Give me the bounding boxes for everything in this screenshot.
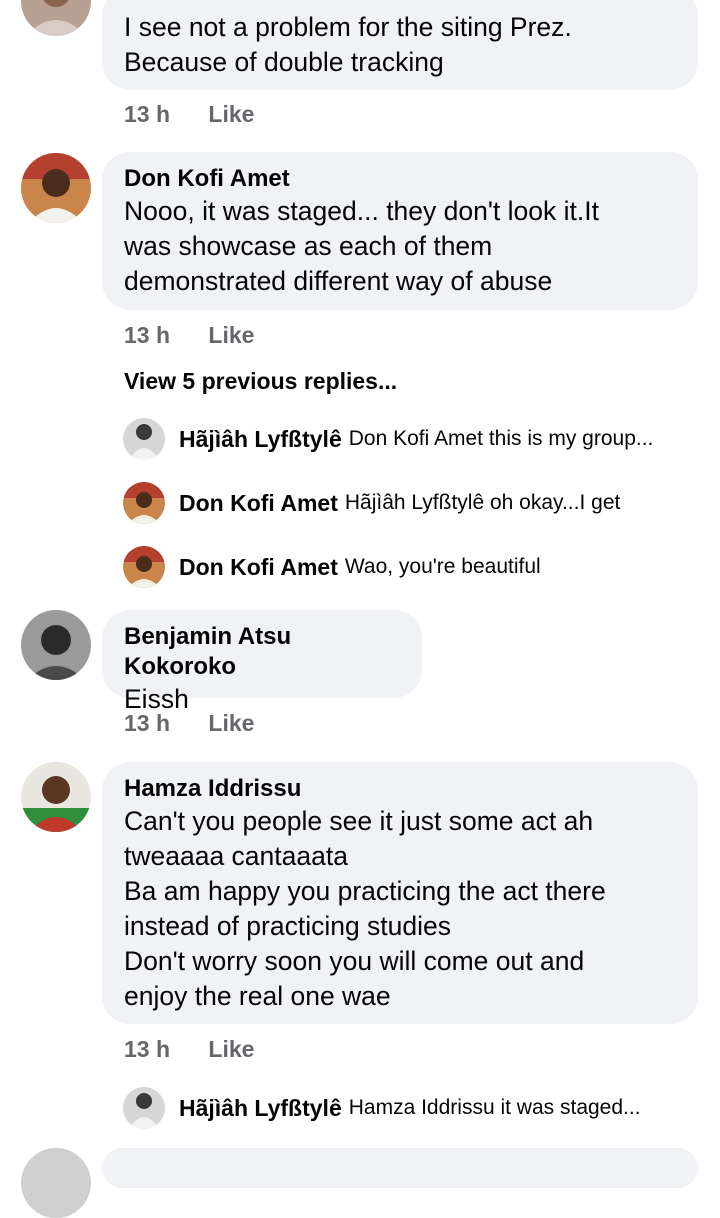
like-button[interactable]: Like: [208, 322, 254, 349]
like-button[interactable]: Like: [208, 710, 254, 737]
comment-time: 13 h: [124, 101, 171, 127]
avatar[interactable]: [123, 418, 165, 460]
comment-meta: 13 h Like: [124, 101, 254, 128]
comment-text: Nooo, it was staged... they don't look i…: [124, 196, 599, 296]
reply-text: Hãjìâh Lyfßtylê oh okay...I get: [344, 491, 621, 514]
avatar[interactable]: [21, 153, 91, 223]
comment-author[interactable]: Hamza Iddrissu: [124, 774, 678, 804]
avatar[interactable]: [21, 762, 91, 832]
comment-text: I see not a problem for the siting Prez.…: [124, 12, 572, 77]
comment-bubble: [102, 1148, 698, 1188]
avatar[interactable]: [21, 610, 91, 680]
comment-time: 13 h: [124, 710, 171, 736]
comment-meta: 13 h Like: [124, 1036, 254, 1063]
comment-time: 13 h: [124, 322, 171, 348]
reply-author[interactable]: Hãjìâh Lyfßtylê: [179, 426, 342, 453]
avatar[interactable]: [123, 1087, 165, 1129]
comment-bubble: Benjamin Atsu Kokoroko Eissh: [102, 610, 422, 714]
reply-row[interactable]: Don Kofi Amet Hãjìâh Lyfßtylê oh okay...…: [123, 482, 620, 524]
comment-meta: 13 h Like: [124, 322, 254, 349]
comment-meta: 13 h Like: [124, 710, 254, 737]
comment-text: Can't you people see it just some act ah…: [124, 806, 606, 1011]
comment-bubble: Don Kofi Amet Nooo, it was staged... the…: [102, 152, 698, 310]
comment-bubble: Hamza Iddrissu Can't you people see it j…: [102, 762, 698, 1024]
avatar[interactable]: [21, 1148, 91, 1218]
reply-row[interactable]: Hãjìâh Lyfßtylê Don Kofi Amet this is my…: [123, 418, 653, 460]
avatar[interactable]: [123, 546, 165, 588]
avatar[interactable]: [21, 0, 91, 36]
reply-author[interactable]: Hãjìâh Lyfßtylê: [179, 1095, 342, 1122]
reply-author[interactable]: Don Kofi Amet: [179, 490, 338, 517]
like-button[interactable]: Like: [208, 1036, 254, 1063]
reply-text: Hamza Iddrissu it was staged...: [348, 1096, 641, 1119]
comment-author[interactable]: Don Kofi Amet: [124, 164, 678, 194]
comment-bubble: I see not a problem for the siting Prez.…: [102, 0, 698, 90]
reply-author[interactable]: Don Kofi Amet: [179, 554, 338, 581]
reply-text: Wao, you're beautiful: [344, 555, 541, 578]
avatar[interactable]: [123, 482, 165, 524]
reply-row[interactable]: Hãjìâh Lyfßtylê Hamza Iddrissu it was st…: [123, 1087, 641, 1129]
reply-text: Don Kofi Amet this is my group...: [348, 427, 654, 450]
view-previous-replies[interactable]: View 5 previous replies...: [124, 368, 397, 395]
like-button[interactable]: Like: [208, 101, 254, 128]
reply-row[interactable]: Don Kofi Amet Wao, you're beautiful: [123, 546, 541, 588]
comment-author[interactable]: Benjamin Atsu Kokoroko: [124, 622, 402, 682]
comment-time: 13 h: [124, 1036, 171, 1062]
